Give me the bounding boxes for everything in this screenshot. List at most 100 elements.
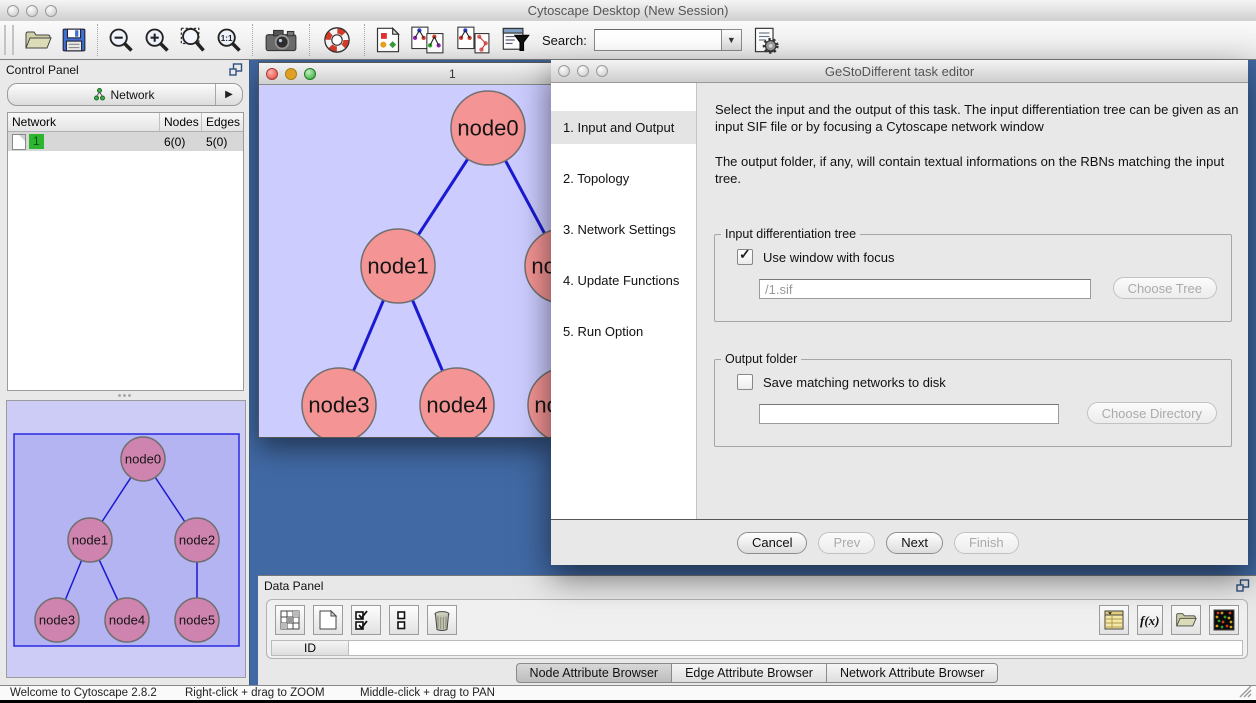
node-label-node0: node0 (457, 115, 518, 140)
zoom-out-icon[interactable] (103, 23, 139, 57)
float-panel-icon[interactable] (1236, 579, 1250, 592)
vizmapper-icon[interactable] (370, 23, 406, 57)
search-area: Search: ▼ (542, 29, 742, 51)
control-panel-title: Control Panel (6, 63, 229, 77)
unselect-attributes-icon[interactable] (389, 605, 419, 635)
import-network-alt-icon[interactable] (452, 23, 498, 57)
input-tree-field[interactable] (759, 279, 1091, 299)
data-panel: Data Panel (258, 575, 1256, 685)
network-window-title-bar[interactable]: 1 (259, 63, 551, 85)
wizard-step-2[interactable]: 2. Topology (551, 162, 696, 195)
svg-text:f(x): f(x) (1140, 613, 1160, 628)
node-label-node1: node1 (72, 532, 108, 547)
zoom-selected-icon[interactable] (175, 23, 211, 57)
save-networks-label: Save matching networks to disk (763, 375, 946, 390)
save-networks-checkbox[interactable] (737, 374, 753, 390)
tab-edge-attribute-browser[interactable]: Edge Attribute Browser (672, 663, 827, 683)
network-canvas[interactable]: node0node1node2node3node4node5 (259, 85, 551, 438)
window-zoom-icon[interactable] (304, 68, 316, 80)
prev-button[interactable]: Prev (818, 532, 875, 554)
float-panel-icon[interactable] (229, 63, 243, 76)
edge-count: 5(0) (202, 135, 243, 149)
import-attributes-folder-icon[interactable] (1171, 605, 1201, 635)
toolbar-separator (252, 24, 253, 56)
filter-icon[interactable] (498, 23, 534, 57)
dialog-intro-text-2: The output folder, if any, will contain … (715, 153, 1245, 187)
tab-network-attribute-browser[interactable]: Network Attribute Browser (827, 663, 999, 683)
wizard-step-1[interactable]: 1. Input and Output (551, 111, 696, 144)
snapshot-camera-icon[interactable] (258, 23, 304, 57)
tab-overflow-arrow-icon[interactable]: ▶ (215, 84, 242, 105)
dialog-title-bar[interactable]: GeStoDifferent task editor (551, 60, 1248, 83)
choose-directory-button[interactable]: Choose Directory (1087, 402, 1217, 424)
new-attribute-doc-icon[interactable] (313, 605, 343, 635)
output-folder-field[interactable] (759, 404, 1059, 424)
wizard-button-bar: Cancel Prev Next Finish (551, 519, 1248, 565)
network-window-title: 1 (449, 67, 456, 81)
toolbar-drag-handle[interactable] (4, 25, 14, 55)
wizard-step-3[interactable]: 3. Network Settings (551, 213, 696, 246)
attribute-table-select-icon[interactable] (1099, 605, 1129, 635)
control-panel: Control Panel Network ▶ NetworkNodesEdge… (0, 60, 250, 685)
tab-network[interactable]: Network ▶ (7, 83, 243, 106)
node-label-node5: node5 (534, 392, 551, 417)
input-differentiation-tree-group: Input differentiation tree Use window wi… (714, 234, 1232, 322)
search-dropdown-arrow-icon[interactable]: ▼ (722, 29, 742, 51)
status-zoom-hint: Right-click + drag to ZOOM (185, 687, 360, 699)
column-header-edges[interactable]: Edges (202, 113, 243, 131)
import-network-icon[interactable] (406, 23, 452, 57)
cancel-button[interactable]: Cancel (737, 532, 807, 554)
network-table-row[interactable]: 16(0)5(0) (8, 132, 243, 151)
use-window-with-focus-label: Use window with focus (763, 250, 895, 265)
input-group-title: Input differentiation tree (721, 227, 860, 241)
id-column-header[interactable]: ID (271, 640, 349, 656)
wizard-step-4[interactable]: 4. Update Functions (551, 264, 696, 297)
dialog-intro-text-1: Select the input and the output of this … (715, 101, 1245, 135)
wizard-step-content: Select the input and the output of this … (697, 83, 1248, 519)
wizard-step-5[interactable]: 5. Run Option (551, 315, 696, 348)
resize-grip-icon[interactable] (1239, 685, 1252, 698)
status-welcome: Welcome to Cytoscape 2.8.2 (10, 687, 185, 699)
next-button[interactable]: Next (886, 532, 943, 554)
birds-eye-view[interactable]: node0node1node2node3node4node5 (6, 400, 246, 678)
status-bar: Welcome to Cytoscape 2.8.2 Right-click +… (0, 685, 1256, 700)
node-label-node3: node3 (308, 392, 369, 417)
zoom-in-icon[interactable] (139, 23, 175, 57)
attribute-table-empty-row[interactable] (349, 640, 1243, 656)
choose-tree-button[interactable]: Choose Tree (1113, 277, 1217, 299)
delete-attribute-trash-icon[interactable] (427, 605, 457, 635)
finish-button[interactable]: Finish (954, 532, 1019, 554)
use-window-with-focus-checkbox[interactable] (737, 249, 753, 265)
network-view-window: 1 node0node1node2node3node4node5 (258, 62, 552, 438)
main-toolbar: 1:1 Search: ▼ (0, 21, 1256, 60)
network-table-header[interactable]: NetworkNodesEdges (8, 113, 243, 132)
zoom-actual-icon[interactable]: 1:1 (211, 23, 247, 57)
import-expression-matrix-icon[interactable] (1209, 605, 1239, 635)
open-icon[interactable] (20, 23, 56, 57)
tab-node-attribute-browser[interactable]: Node Attribute Browser (516, 663, 673, 683)
search-input[interactable] (594, 29, 722, 51)
select-attributes-checklist-icon[interactable] (351, 605, 381, 635)
function-builder-fx-icon[interactable]: f(x) (1137, 605, 1163, 635)
network-tree-icon (94, 88, 105, 101)
window-close-icon[interactable] (266, 68, 278, 80)
panel-splitter-handle[interactable] (118, 394, 132, 399)
attribute-grid-icon[interactable] (275, 605, 305, 635)
network-list-table: NetworkNodesEdges 16(0)5(0) (7, 112, 244, 391)
control-panel-header: Control Panel (0, 60, 249, 79)
link-database-icon[interactable] (748, 23, 784, 57)
wizard-steps-panel: 1. Input and Output 2. Topology 3. Network… (551, 83, 697, 519)
column-header-nodes[interactable]: Nodes (160, 113, 202, 131)
data-panel-title: Data Panel (264, 579, 1236, 593)
attribute-browser-toolbar: f(x) ID (266, 599, 1248, 659)
help-lifering-icon[interactable] (315, 23, 359, 57)
window-minimize-icon[interactable] (285, 68, 297, 80)
save-icon[interactable] (56, 23, 92, 57)
app-title-bar: Cytoscape Desktop (New Session) (0, 0, 1256, 22)
node-label-node1: node1 (367, 253, 428, 278)
output-folder-group: Output folder Save matching networks to … (714, 359, 1232, 447)
column-header-network[interactable]: Network (8, 113, 160, 131)
dialog-title: GeStoDifferent task editor (551, 64, 1248, 79)
svg-text:1:1: 1:1 (221, 34, 233, 43)
output-group-title: Output folder (721, 352, 801, 366)
